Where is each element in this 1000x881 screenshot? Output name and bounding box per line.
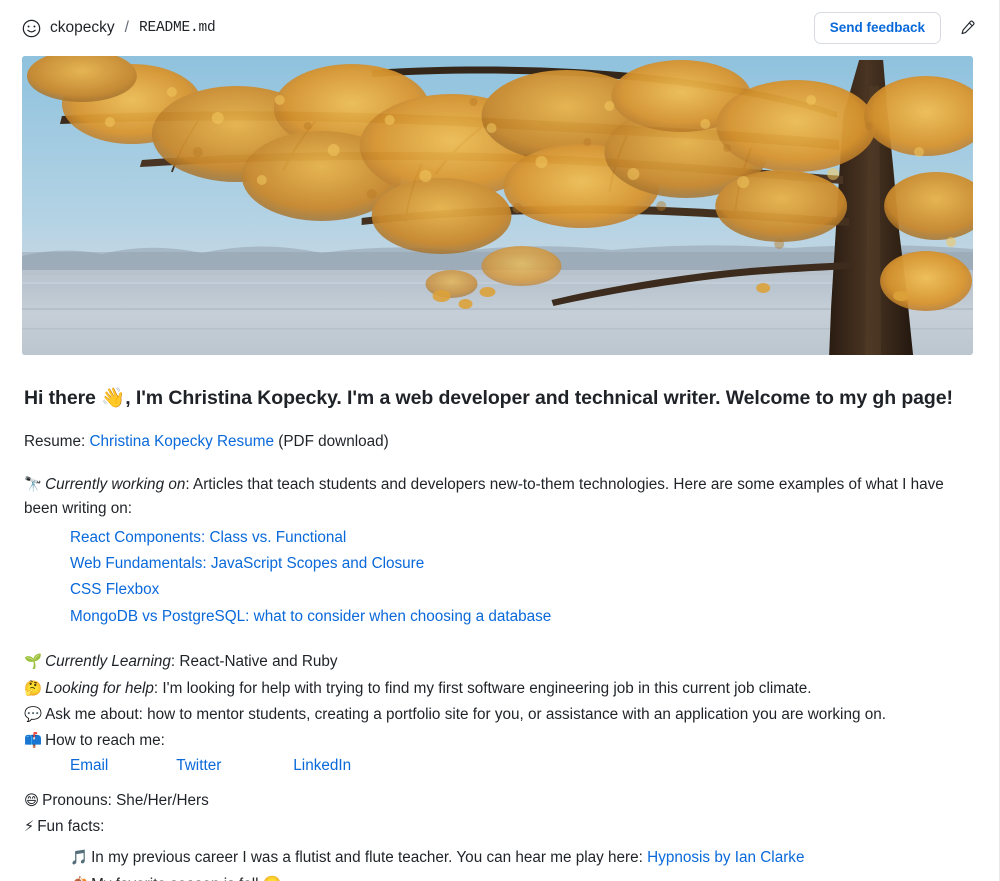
how-to-reach-me-row: 📫 How to reach me:	[24, 728, 973, 754]
info-lines: 🌱 Currently Learning: React-Native and Ru…	[24, 649, 973, 881]
breadcrumb: ckopecky / README.md	[22, 19, 216, 38]
currently-learning-text: : React-Native and Ruby	[170, 653, 338, 671]
hypnosis-track-link[interactable]: Hypnosis by Ian Clarke	[647, 849, 804, 866]
ask-me-about-text: Ask me about: how to mentor students, cr…	[45, 705, 886, 723]
contact-links: Email Twitter LinkedIn	[24, 754, 973, 775]
resume-paragraph: Resume: Christina Kopecky Resume (PDF do…	[24, 430, 973, 454]
speech-balloon-icon: 💬	[24, 706, 43, 723]
lightning-bolt-icon: ⚡	[24, 819, 35, 836]
list-item: CSS Flexbox	[70, 577, 973, 603]
fun-fact-fall-text: My favorite season is fall 😄	[91, 876, 282, 881]
page-title: Hi there 👋, I'm Christina Kopecky. I'm a…	[24, 387, 953, 409]
fun-facts-heading-row: ⚡ Fun facts:	[24, 814, 973, 840]
fun-fact-flutist-text: In my previous career I was a flutist an…	[91, 849, 648, 867]
page-header: ckopecky / README.md Send feedback	[0, 0, 999, 56]
looking-for-help-text: : I'm looking for help with trying to fi…	[153, 679, 812, 697]
article-link-react-components[interactable]: React Components: Class vs. Functional	[70, 529, 346, 546]
currently-learning-label: Currently Learning	[45, 653, 171, 671]
resume-suffix: (PDF download)	[273, 433, 389, 451]
contact-link-linkedin[interactable]: LinkedIn	[293, 757, 351, 775]
article-link-mongodb-vs-postgresql[interactable]: MongoDB vs PostgreSQL: what to consider …	[70, 608, 551, 625]
seedling-icon: 🌱	[24, 654, 43, 671]
looking-for-help-row: 🤔 Looking for help: I'm looking for help …	[24, 676, 973, 702]
readme-content: Hi there 👋, I'm Christina Kopecky. I'm a…	[0, 386, 999, 881]
telescope-icon: 🔭	[24, 477, 43, 494]
contact-link-email[interactable]: Email	[70, 757, 108, 775]
grinning-face-icon: 😄	[24, 793, 40, 810]
list-item: 🎵 In my previous career I was a flutist a…	[70, 845, 973, 871]
profile-banner-image	[22, 56, 973, 355]
fun-facts-heading-text: Fun facts:	[37, 818, 105, 836]
smiley-icon	[22, 19, 41, 37]
breadcrumb-separator: /	[124, 19, 129, 37]
breadcrumb-owner[interactable]: ckopecky	[50, 20, 115, 36]
edit-button[interactable]	[955, 17, 977, 39]
thinking-face-icon: 🤔	[24, 680, 43, 697]
fun-facts-list: 🎵 In my previous career I was a flutist a…	[24, 845, 973, 881]
list-item: Web Fundamentals: JavaScript Scopes and …	[70, 551, 973, 577]
musical-note-icon: 🎵	[70, 850, 89, 867]
how-to-reach-me-text: How to reach me:	[45, 731, 165, 749]
pencil-icon	[961, 20, 975, 34]
list-item: React Components: Class vs. Functional	[70, 524, 973, 550]
autumn-tree-illustration	[22, 56, 973, 355]
list-item: 🍂My favorite season is fall 😄	[70, 872, 973, 881]
ask-me-about-row: 💬 Ask me about: how to mentor students, c…	[24, 702, 973, 728]
fallen-leaf-icon: 🍂	[70, 874, 88, 881]
pronouns-row: 😄 Pronouns: She/Her/Hers	[24, 788, 973, 814]
currently-learning-row: 🌱 Currently Learning: React-Native and Ru…	[24, 649, 973, 675]
article-link-web-fundamentals[interactable]: Web Fundamentals: JavaScript Scopes and …	[70, 555, 424, 572]
currently-working-on-paragraph: 🔭 Currently working on: Articles that tea…	[24, 473, 973, 520]
header-actions: Send feedback	[813, 11, 977, 45]
looking-for-help-label: Looking for help	[45, 679, 154, 697]
contact-link-twitter[interactable]: Twitter	[176, 757, 221, 775]
article-link-css-flexbox[interactable]: CSS Flexbox	[70, 581, 159, 598]
pronouns-text: Pronouns: She/Her/Hers	[42, 792, 209, 810]
resume-link[interactable]: Christina Kopecky Resume	[89, 433, 274, 450]
mailbox-icon: 📫	[24, 732, 43, 749]
breadcrumb-filename: README.md	[138, 19, 216, 36]
readme-page: ckopecky / README.md Send feedback Hi th…	[0, 0, 1000, 881]
article-link-list: React Components: Class vs. Functional W…	[24, 524, 973, 629]
currently-working-on-label: Currently working on	[45, 476, 186, 494]
send-feedback-button[interactable]: Send feedback	[813, 11, 941, 45]
resume-prefix: Resume:	[24, 433, 90, 451]
list-item: MongoDB vs PostgreSQL: what to consider …	[70, 603, 973, 629]
